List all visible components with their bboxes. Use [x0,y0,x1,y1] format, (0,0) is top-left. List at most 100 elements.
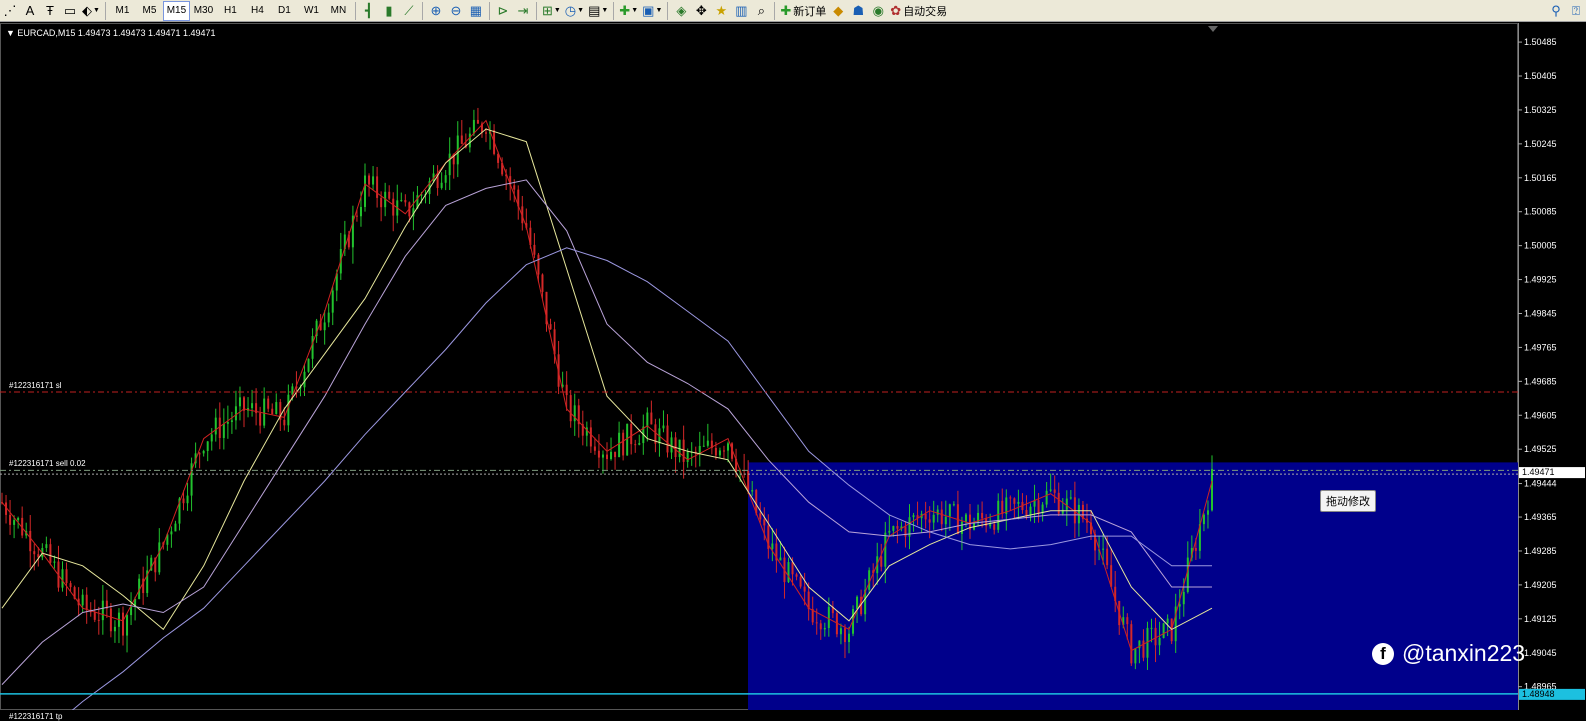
new-order-button[interactable]: ✚ 新订单 [778,1,828,21]
candle-body [1166,618,1169,624]
templates-icon[interactable]: ▤ ▼ [586,1,610,21]
watermark-text: @tanxin223 [1402,640,1526,666]
metaeditor-icon[interactable]: ◆ [828,1,848,21]
signals-icon[interactable]: ◉ [868,1,888,21]
autoscroll-icon[interactable]: ⊳ [493,1,513,21]
candle-body [662,425,665,429]
candle-body [884,532,887,567]
chart-canvas[interactable]: 1.50485 1.50405 1.50325 1.50245 1.50165 1.500… [0,23,1586,710]
candlestick-chart-icon[interactable]: ▮ [379,1,399,21]
candle-body [839,628,842,635]
candle-body [803,586,806,592]
timeframe-m15-button[interactable]: M15 [162,0,190,21]
candle-body [815,622,818,624]
candle-body [263,398,266,426]
candle-body [533,244,536,255]
data-window-icon[interactable]: ✥ [691,1,711,21]
timeframe-h4-button[interactable]: H4 [244,1,271,21]
candle-body [948,504,951,517]
label-tool-icon[interactable]: Ŧ [40,1,60,21]
candle-body [1150,627,1153,629]
candle-body [101,600,104,621]
candle-body [287,394,290,426]
strategy-tester-icon[interactable]: ⌕ [751,1,771,21]
timeframe-m30-button[interactable]: M30 [190,1,217,21]
candle-body [634,444,637,446]
chart-shift-icon[interactable]: ⇥ [513,1,533,21]
candle-body [271,408,274,415]
line-chart-icon[interactable]: ⟋ [399,1,419,21]
candle-body [638,443,641,445]
tile-windows-icon[interactable]: ▦ [466,1,486,21]
candle-body [989,524,992,527]
timeframe-h1-button[interactable]: H1 [217,1,244,21]
candle-body [718,450,721,456]
candle-body [130,606,133,616]
profiles-icon[interactable]: ▣ ▼ [640,1,664,21]
candle-body [843,628,846,643]
candle-body [472,119,475,134]
candle-body [359,206,362,217]
candle-body [45,544,48,548]
crosshair-tool-icon[interactable]: ⋰ [0,1,20,21]
price-tick-label: 1.49205 [1524,580,1557,590]
candle-body [1069,497,1072,499]
price-tick-label: 1.49925 [1524,275,1557,285]
toolbar-separator [535,1,537,20]
arrows-tool-icon[interactable]: ⬖ ▼ [80,1,102,21]
candle-body [827,606,830,628]
candle-body [795,574,798,577]
new-chart-icon[interactable]: ✚ ▼ [617,1,640,21]
timeframe-d1-button[interactable]: D1 [271,1,298,21]
candle-body [1134,648,1137,664]
zoom-in-icon[interactable]: ⊕ [426,1,446,21]
market-watch-icon[interactable]: ◈ [671,1,691,21]
candle-body [158,542,161,573]
candle-body [1102,548,1105,550]
rectangle-tool-icon[interactable]: ▭ [60,1,80,21]
candle-body [85,594,88,610]
help-icon[interactable]: ⍰ [1566,1,1586,21]
candle-body [122,612,124,636]
candle-body [93,612,96,620]
periods-clock-icon[interactable]: ◷ ▼ [563,1,586,21]
timeframe-m1-button[interactable]: M1 [109,1,136,21]
candle-body [202,450,205,454]
new-order-label: 新订单 [793,5,827,18]
candle-body [238,397,241,407]
community-icon[interactable]: ☗ [848,1,868,21]
candle-body [650,412,653,425]
timeframe-m5-button[interactable]: M5 [136,1,163,21]
candle-body [1126,617,1129,625]
candle-body [549,324,552,330]
zoom-out-icon[interactable]: ⊖ [446,1,466,21]
timeframe-w1-button[interactable]: W1 [298,1,325,21]
candle-body [323,322,326,331]
candle-body [513,185,516,190]
candle-body [904,526,907,537]
price-chart[interactable]: 1.50485 1.50405 1.50325 1.50245 1.50165 1.500… [0,23,1586,721]
candle-body [670,437,673,453]
candle-body [311,336,314,359]
indicators-icon[interactable]: ⊞ ▼ [540,1,563,21]
candle-body [896,526,899,529]
candle-body [364,175,366,207]
terminal-icon[interactable]: ▥ [731,1,751,21]
candle-body [622,432,625,456]
candle-body [779,557,782,561]
candle-body [1158,637,1161,646]
candle-body [307,358,310,372]
candle-body [226,422,229,424]
timeframe-mn-button[interactable]: MN [325,1,352,21]
candle-body [9,514,12,525]
candle-body [706,440,709,446]
bar-chart-icon[interactable]: ┫ [359,1,379,21]
candle-body [1009,497,1012,499]
price-tick-label: 1.49525 [1524,444,1557,454]
auto-trading-button[interactable]: ✿ 自动交易 [888,1,949,21]
navigator-star-icon[interactable]: ★ [711,1,731,21]
text-tool-icon[interactable]: A [20,1,40,21]
candle-body [210,434,213,442]
candle-body [610,451,613,460]
search-icon[interactable]: ⚲ [1546,1,1566,21]
